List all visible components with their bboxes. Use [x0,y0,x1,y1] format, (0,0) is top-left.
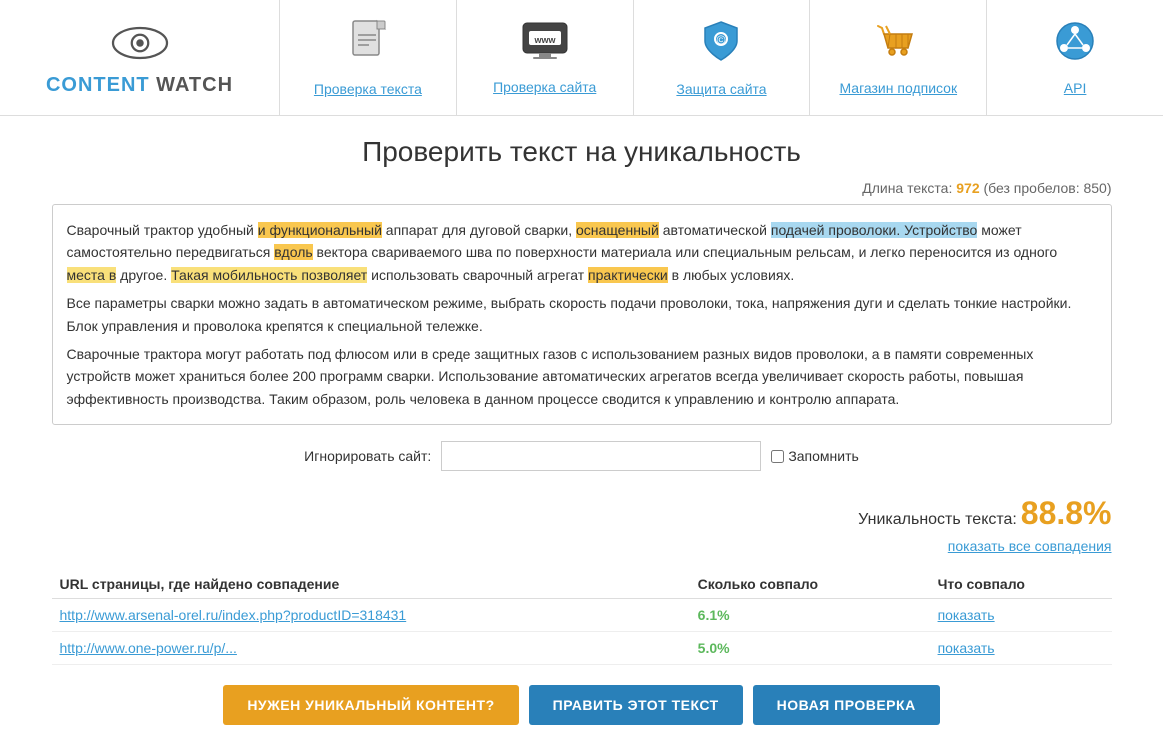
highlight-7: практически [588,267,668,283]
ignore-site-input[interactable] [441,441,761,471]
need-content-button[interactable]: НУЖЕН УНИКАЛЬНЫЙ КОНТЕНТ? [223,685,518,725]
text-paragraph-3: Сварочные трактора могут работать под фл… [67,343,1097,410]
col-action-header: Что совпало [930,570,1112,599]
text-length-info: Длина текста: 972 (без пробелов: 850) [52,180,1112,196]
table-row: http://www.one-power.ru/p/... 5.0% показат… [52,632,1112,665]
www-icon: www [521,21,569,69]
highlight-5: места в [67,267,117,283]
show-all-link[interactable]: показать все совпадения [52,538,1112,554]
ignore-site-label: Игнорировать сайт: [304,448,431,464]
logo-content: CONTENT [46,74,150,96]
svg-text:©: © [717,33,726,47]
col-percent-header: Сколько совпало [690,570,930,599]
table-header-row: URL страницы, где найдено совпадение Ско… [52,570,1112,599]
table-row: http://www.arsenal-orel.ru/index.php?pro… [52,599,1112,632]
text-paragraph-1: Сварочный трактор удобный и функциональн… [67,219,1097,286]
header: CONTENT WATCH Проверка текста [0,0,1163,116]
text-paragraph-2: Все параметры сварки можно задать в авто… [67,292,1097,337]
highlight-6: Такая мобильность позволяет [171,267,367,283]
hub-icon [1054,20,1096,70]
remember-text: Запомнить [788,448,859,464]
nav-check-text-label: Проверка текста [314,81,422,97]
edit-text-button[interactable]: ПРАВИТЬ ЭТОТ ТЕКСТ [529,685,743,725]
table-cell-percent: 6.1% [690,599,930,632]
nav-api[interactable]: API [987,0,1163,115]
text-no-spaces: (без пробелов: 850) [984,180,1112,196]
text-content-box: Сварочный трактор удобный и функциональн… [52,204,1112,425]
remember-label[interactable]: Запомнить [771,448,859,464]
shield-icon: © [700,19,742,71]
nav-check-site[interactable]: www Проверка сайта [457,0,634,115]
col-url-header: URL страницы, где найдено совпадение [52,570,690,599]
logo-watch: WATCH [150,74,233,96]
svg-text:www: www [533,35,556,45]
bottom-buttons: НУЖЕН УНИКАЛЬНЫЙ КОНТЕНТ? ПРАВИТЬ ЭТОТ Т… [52,685,1112,725]
table-cell-url: http://www.arsenal-orel.ru/index.php?pro… [52,599,690,632]
nav-protect-site[interactable]: © Защита сайта [634,0,811,115]
show-match-link[interactable]: показать [938,640,995,656]
uniqueness-label: Уникальность текста: [858,511,1017,528]
table-cell-action: показать [930,632,1112,665]
highlight-2: оснащенный [576,222,659,238]
nav-api-label: API [1064,80,1087,96]
results-table: URL страницы, где найдено совпадение Ско… [52,570,1112,665]
page-title: Проверить текст на уникальность [52,136,1112,168]
result-url-link[interactable]: http://www.one-power.ru/p/... [60,640,237,656]
ignore-row: Игнорировать сайт: Запомнить [52,441,1112,471]
nav-check-site-label: Проверка сайта [493,79,596,95]
nav-check-text[interactable]: Проверка текста [280,0,457,115]
table-cell-url: http://www.one-power.ru/p/... [52,632,690,665]
table-cell-percent: 5.0% [690,632,930,665]
logo-icon [110,18,170,68]
table-cell-action: показать [930,599,1112,632]
document-icon [349,19,387,71]
logo-text: CONTENT WATCH [46,74,233,97]
nav-shop[interactable]: Магазин подписок [810,0,987,115]
uniqueness-section: Уникальность текста: 88.8% [52,495,1112,532]
new-check-button[interactable]: НОВАЯ ПРОВЕРКА [753,685,940,725]
text-length-label: Длина текста: [862,180,952,196]
nav-shop-label: Магазин подписок [839,80,957,96]
highlight-4: вдоль [274,244,312,260]
highlight-1: и функциональный [258,222,382,238]
result-url-link[interactable]: http://www.arsenal-orel.ru/index.php?pro… [60,607,407,623]
highlight-3: подачей проволоки. Устройство [771,222,978,238]
nav-protect-site-label: Защита сайта [676,81,766,97]
logo-area: CONTENT WATCH [0,0,280,115]
nav-items: Проверка текста www Проверка сайта [280,0,1163,115]
show-match-link[interactable]: показать [938,607,995,623]
main-content: Проверить текст на уникальность Длина те… [32,116,1132,745]
remember-checkbox[interactable] [771,450,784,463]
text-length-value: 972 [956,180,979,196]
uniqueness-value: 88.8% [1021,495,1112,531]
basket-icon [876,20,920,70]
